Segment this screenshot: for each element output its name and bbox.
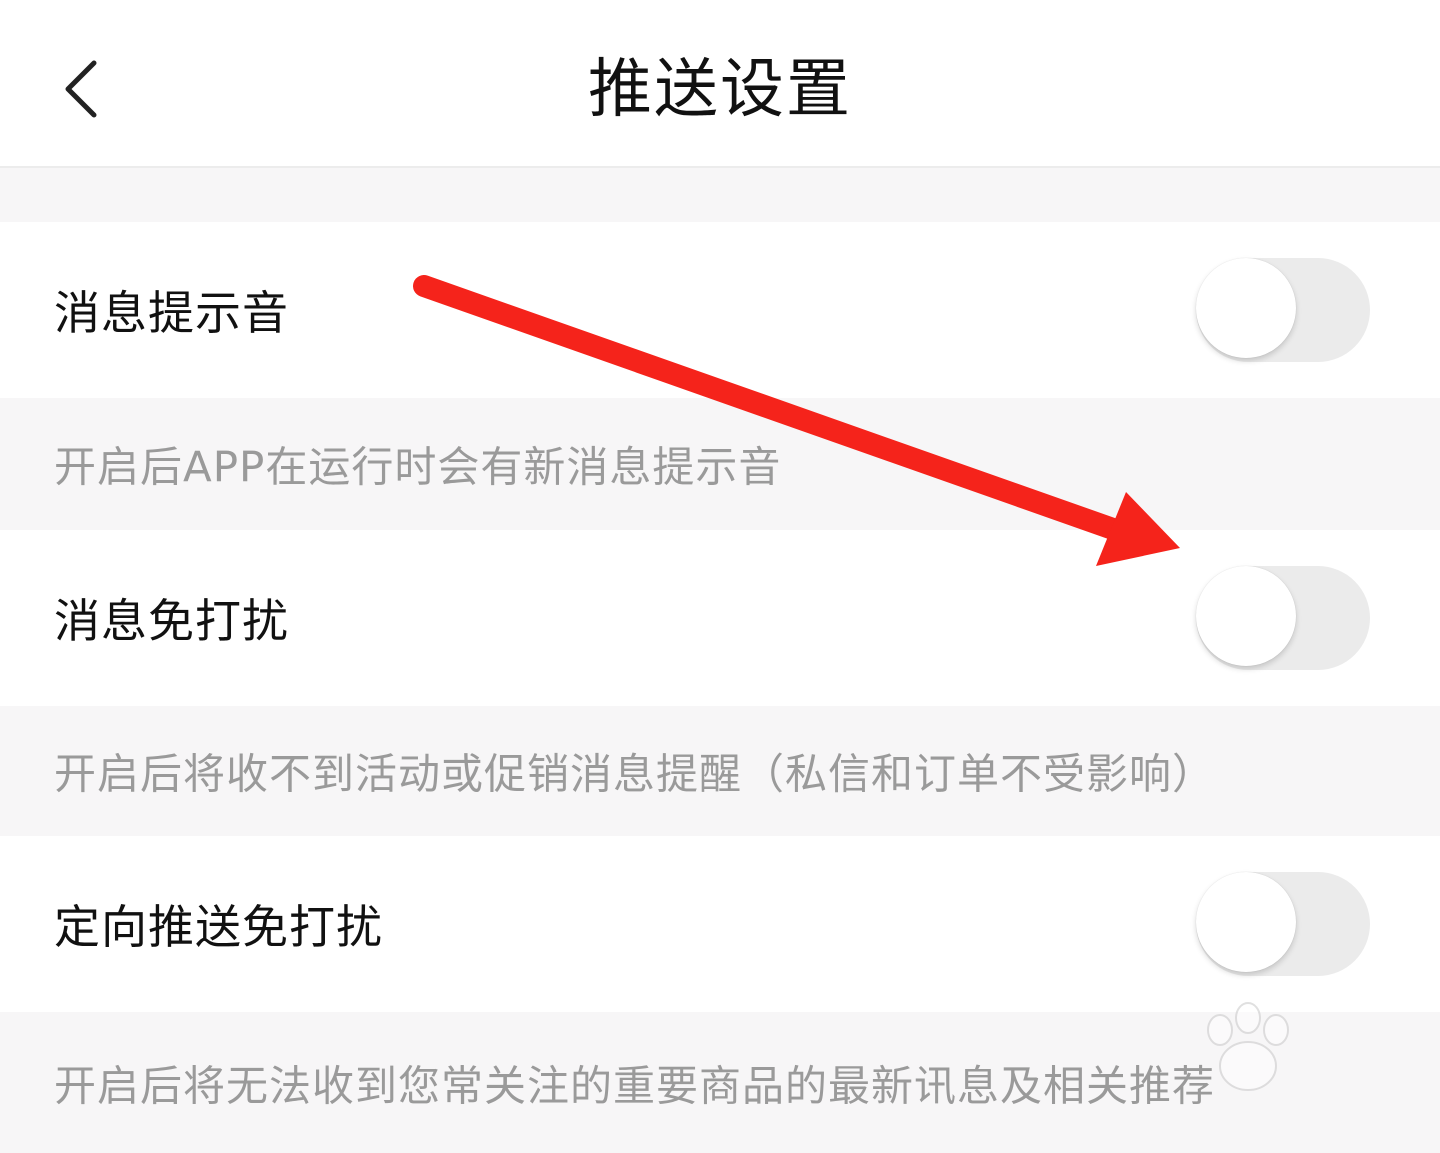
setting-description-row: 开启后APP在运行时会有新消息提示音 [0,398,1440,530]
setting-row-targeted-push-dnd: 定向推送免打扰 [0,836,1440,1012]
toggle-knob [1196,258,1296,358]
setting-row-message-sound: 消息提示音 [0,222,1440,398]
setting-description-row: 开启后将无法收到您常关注的重要商品的最新讯息及相关推荐 [0,1012,1440,1153]
setting-row-do-not-disturb: 消息免打扰 [0,530,1440,706]
section-gap [0,168,1440,222]
setting-description-message-sound: 开启后APP在运行时会有新消息提示音 [54,442,782,492]
nav-bar: 推送设置 [0,0,1440,168]
message-sound-toggle[interactable] [1196,258,1370,362]
toggle-knob [1196,566,1296,666]
setting-description-row: 开启后将收不到活动或促销消息提醒（私信和订单不受影响） [0,706,1440,836]
setting-label-targeted-push-dnd: 定向推送免打扰 [54,900,383,954]
setting-description-do-not-disturb: 开启后将收不到活动或促销消息提醒（私信和订单不受影响） [54,749,1216,799]
do-not-disturb-toggle[interactable] [1196,566,1370,670]
targeted-push-dnd-toggle[interactable] [1196,872,1370,976]
setting-description-targeted-push-dnd: 开启后将无法收到您常关注的重要商品的最新讯息及相关推荐 [54,1061,1216,1110]
page-title: 推送设置 [588,53,852,127]
toggle-knob [1196,872,1296,972]
setting-label-message-sound: 消息提示音 [54,286,289,340]
setting-label-do-not-disturb: 消息免打扰 [54,594,289,648]
